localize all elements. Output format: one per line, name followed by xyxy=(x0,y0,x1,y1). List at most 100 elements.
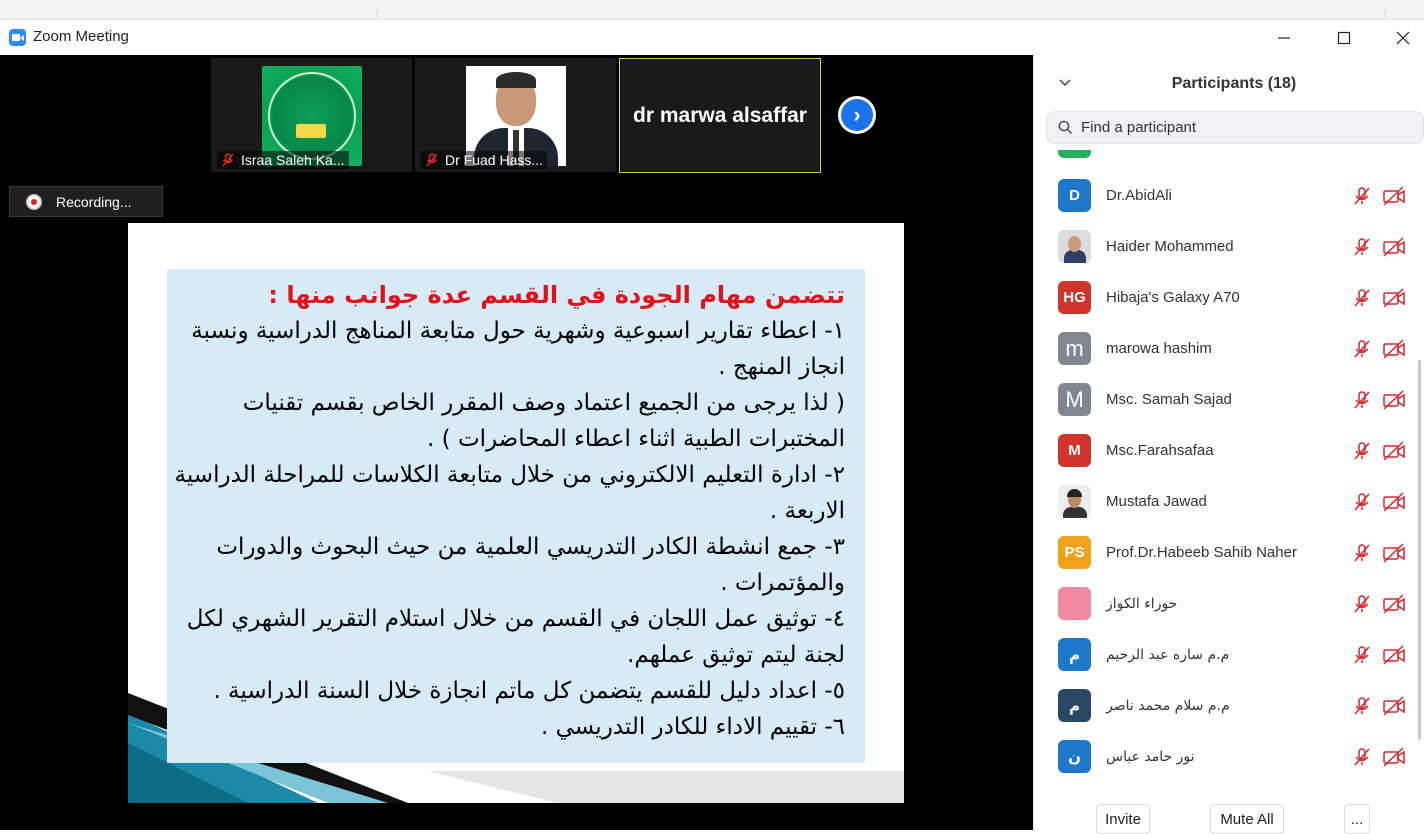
slide-heading: تتضمن مهام الجودة في القسم عدة جوانب منه… xyxy=(268,281,845,309)
mic-muted-icon[interactable] xyxy=(1352,186,1372,206)
participant-row[interactable]: م م.م ساره عبد الرحيم xyxy=(1034,629,1419,680)
video-thumbnail[interactable]: Dr Fuad Hass... xyxy=(415,58,616,172)
participant-row[interactable]: m marowa hashim xyxy=(1034,323,1419,374)
avatar: PS xyxy=(1058,536,1091,569)
scrollbar[interactable] xyxy=(1418,150,1423,790)
thumbnail-label: Israa Saleh Ka... xyxy=(217,151,349,169)
slide-line: الاربعة . xyxy=(769,498,845,524)
next-page-button[interactable]: › xyxy=(838,96,876,134)
video-off-icon[interactable] xyxy=(1382,593,1406,614)
slide-line: والمؤتمرات . xyxy=(720,570,845,596)
avatar: m xyxy=(1058,332,1091,365)
participant-name: Prof.Dr.Habeeb Sahib Naher xyxy=(1106,544,1297,561)
record-icon xyxy=(26,193,42,210)
avatar: م xyxy=(1058,638,1091,671)
search-input[interactable] xyxy=(1081,119,1401,136)
avatar: م xyxy=(1058,689,1091,722)
participant-row[interactable]: HG Hibaja's Galaxy A70 xyxy=(1034,272,1419,323)
search-icon xyxy=(1058,120,1072,134)
mic-muted-icon[interactable] xyxy=(1352,288,1372,308)
video-off-icon[interactable] xyxy=(1382,338,1406,359)
video-off-icon[interactable] xyxy=(1382,491,1406,512)
video-off-icon[interactable] xyxy=(1382,236,1406,257)
mic-muted-icon[interactable] xyxy=(1352,543,1372,563)
mic-muted-icon[interactable] xyxy=(1352,237,1372,257)
video-off-icon[interactable] xyxy=(1382,695,1406,716)
zoom-app-icon xyxy=(9,29,26,46)
mic-muted-icon[interactable] xyxy=(1352,492,1372,512)
participant-row[interactable]: Mustafa Jawad xyxy=(1034,476,1419,527)
slide-line: ١- اعطاء تقارير اسبوعية وشهرية حول متابع… xyxy=(191,318,845,344)
slide-line: ٤- توثيق عمل اللجان في القسم من خلال است… xyxy=(186,606,845,632)
avatar: M xyxy=(1058,434,1091,467)
slide-text-box: تتضمن مهام الجودة في القسم عدة جوانب منه… xyxy=(167,269,865,763)
participant-list: D Dr.AbidAli Haider Mohammed HG Hibaja's Gal… xyxy=(1034,150,1419,790)
mic-muted-icon[interactable] xyxy=(1352,594,1372,614)
scrollbar-thumb[interactable] xyxy=(1418,360,1421,740)
video-off-icon[interactable] xyxy=(1382,440,1406,461)
slide-line: ٥- اعداد دليل للقسم يتضمن كل ماتم انجازة… xyxy=(213,678,845,704)
video-off-icon[interactable] xyxy=(1382,389,1406,410)
slide-line: المختبرات الطبية اثناء اعطاء المحاضرات )… xyxy=(427,426,845,452)
avatar: HG xyxy=(1058,281,1091,314)
participant-row[interactable]: ن نور حامد عباس xyxy=(1034,731,1419,782)
participant-row[interactable]: PS Prof.Dr.Habeeb Sahib Naher xyxy=(1034,527,1419,578)
participant-name: Hibaja's Galaxy A70 xyxy=(1106,289,1240,306)
participant-name: Dr Fuad Hass... xyxy=(445,152,544,168)
minimize-button[interactable] xyxy=(1254,20,1314,55)
mic-muted-icon[interactable] xyxy=(1352,441,1372,461)
video-off-icon[interactable] xyxy=(1382,746,1406,767)
participant-name: Dr.AbidAli xyxy=(1106,187,1172,204)
slide-line: ٦- تقييم الاداء للكادر التدريسي . xyxy=(541,714,845,740)
participant-row[interactable]: D Dr.AbidAli xyxy=(1034,170,1419,221)
mic-muted-icon xyxy=(425,153,439,167)
meeting-area: Israa Saleh Ka... Dr Fuad Hass... dr mar… xyxy=(0,55,1033,830)
avatar xyxy=(1058,230,1091,263)
close-button[interactable] xyxy=(1373,20,1424,55)
active-speaker-tile[interactable]: dr marwa alsaffar xyxy=(619,58,821,173)
participant-row[interactable]: حوراء الكواز xyxy=(1034,578,1419,629)
mic-muted-icon[interactable] xyxy=(1352,645,1372,665)
slide-line: ٢- ادارة التعليم الالكتروني من خلال متاب… xyxy=(174,462,845,488)
mic-muted-icon[interactable] xyxy=(1352,696,1372,716)
avatar xyxy=(1058,587,1091,620)
participant-name: Msc. Samah Sajad xyxy=(1106,391,1232,408)
video-off-icon[interactable] xyxy=(1382,542,1406,563)
participant-name: Msc.Farahsafaa xyxy=(1106,442,1214,459)
participant-search[interactable] xyxy=(1046,111,1424,144)
video-off-icon[interactable] xyxy=(1382,287,1406,308)
avatar: D xyxy=(1058,179,1091,212)
participant-row[interactable]: م م.م سلام محمد ناصر xyxy=(1034,680,1419,731)
panel-title: Participants (18) xyxy=(1171,75,1297,92)
mic-muted-icon[interactable] xyxy=(1352,390,1372,410)
participant-name: حوراء الكواز xyxy=(1106,595,1178,612)
minimize-icon xyxy=(1278,36,1290,39)
strip-divider xyxy=(377,10,378,18)
mic-muted-icon[interactable] xyxy=(1352,747,1372,767)
slide-line: ٣- جمع انشطة الكادر التدريسي العلمية من … xyxy=(216,534,845,560)
avatar xyxy=(1058,485,1091,518)
participant-row[interactable]: M Msc.Farahsafaa xyxy=(1034,425,1419,476)
video-off-icon[interactable] xyxy=(1382,644,1406,665)
avatar: ن xyxy=(1058,740,1091,773)
participant-name: م.م سلام محمد ناصر xyxy=(1106,697,1230,714)
chevron-right-icon: › xyxy=(841,99,873,131)
participant-name: Mustafa Jawad xyxy=(1106,493,1207,510)
mic-muted-icon xyxy=(221,153,235,167)
video-off-icon[interactable] xyxy=(1382,185,1406,206)
mic-muted-icon[interactable] xyxy=(1352,339,1372,359)
recording-indicator[interactable]: Recording... xyxy=(9,186,163,217)
participant-name: م.م ساره عبد الرحيم xyxy=(1106,646,1230,663)
close-icon xyxy=(1396,31,1410,44)
speaker-name: dr marwa alsaffar xyxy=(633,103,807,127)
maximize-button[interactable] xyxy=(1314,20,1374,55)
shared-slide: تتضمن مهام الجودة في القسم عدة جوانب منه… xyxy=(128,223,904,803)
avatar: M xyxy=(1058,383,1091,416)
participant-row[interactable]: Haider Mohammed xyxy=(1034,221,1419,272)
slide-line: ( لذا يرجى من الجميع اعتماد وصف المقرر ا… xyxy=(242,390,845,416)
participant-name: marowa hashim xyxy=(1106,340,1212,357)
video-thumbnail[interactable]: Israa Saleh Ka... xyxy=(211,58,412,172)
recording-label: Recording... xyxy=(56,193,132,210)
participant-row[interactable]: M Msc. Samah Sajad xyxy=(1034,374,1419,425)
participant-name: Israa Saleh Ka... xyxy=(241,152,345,168)
